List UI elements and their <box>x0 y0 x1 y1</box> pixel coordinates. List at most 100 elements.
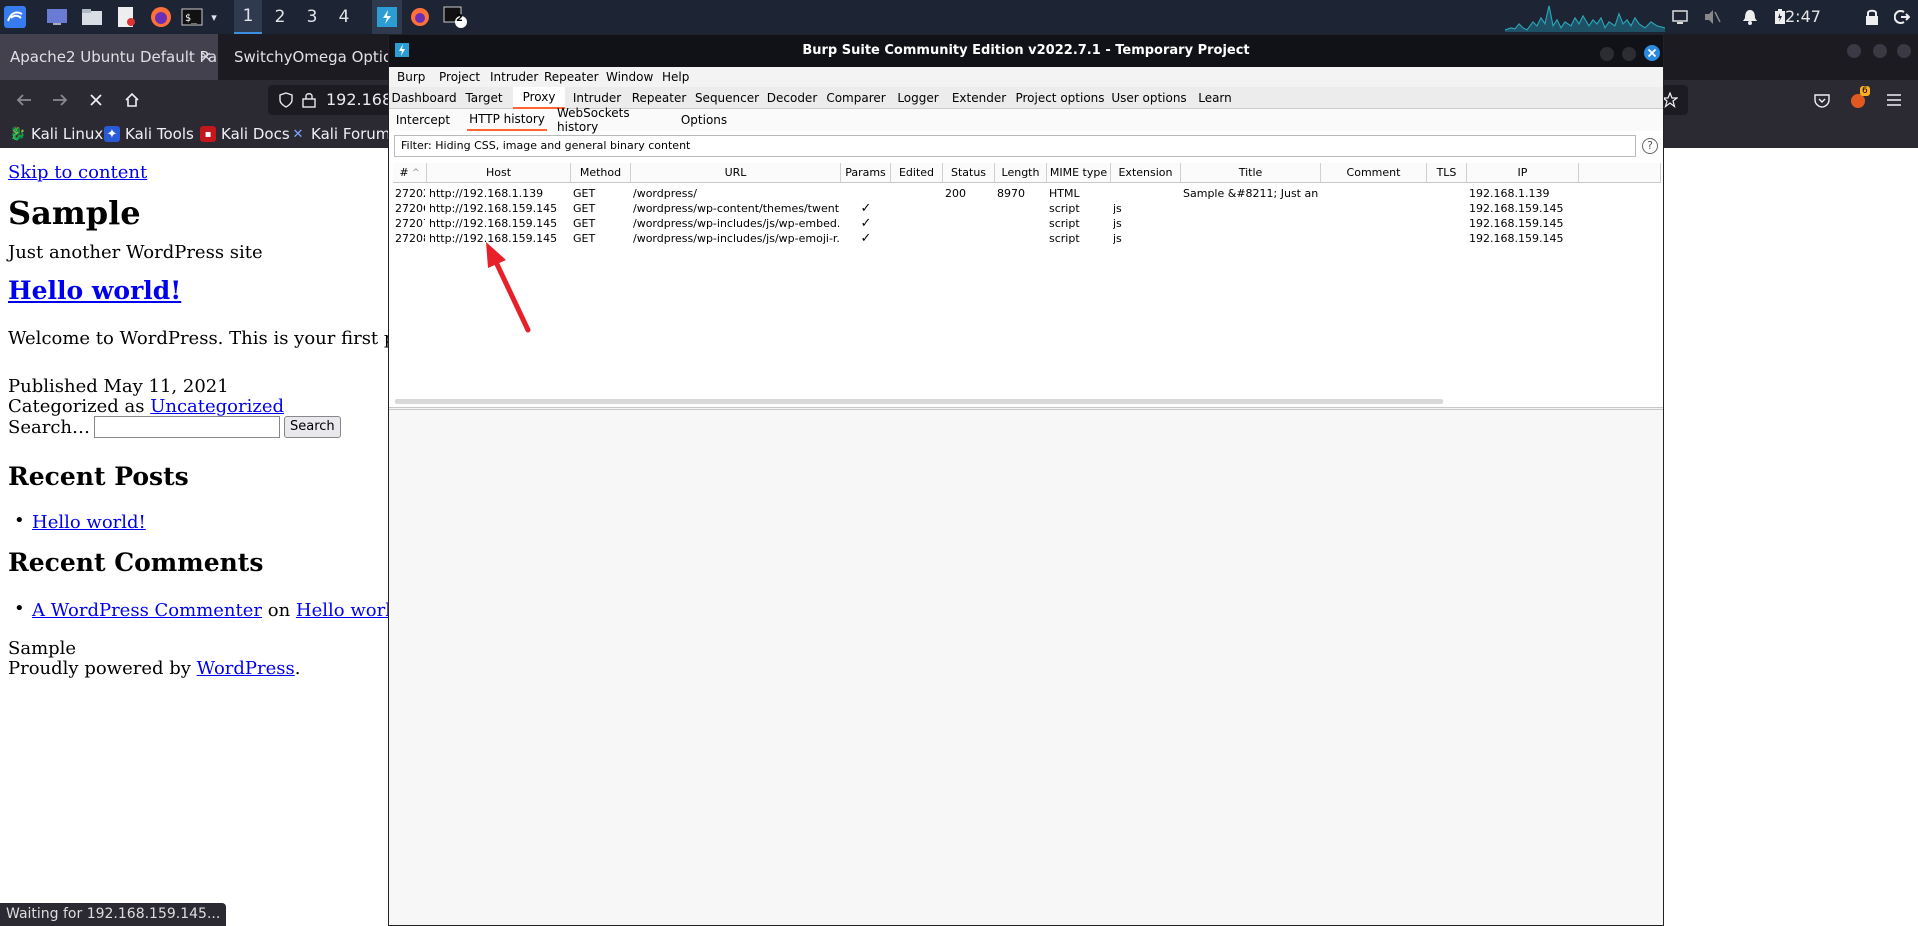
stop-loading-icon[interactable] <box>84 80 108 120</box>
column-header-method[interactable]: Method <box>571 163 631 183</box>
tab-sequencer[interactable]: Sequencer <box>695 87 759 109</box>
column-header-extension[interactable]: Extension <box>1111 163 1181 183</box>
cell-status <box>945 231 993 246</box>
home-icon[interactable] <box>120 80 144 120</box>
workspace-3[interactable]: 3 <box>298 0 326 34</box>
column-header-num[interactable]: # ^ <box>393 163 427 183</box>
column-header-title[interactable]: Title <box>1181 163 1321 183</box>
table-row[interactable]: 27208http://192.168.159.145GET/wordpress… <box>393 231 1661 246</box>
tab-decoder[interactable]: Decoder <box>765 87 819 109</box>
column-header-host[interactable]: Host <box>427 163 571 183</box>
chevron-down-icon[interactable]: ▾ <box>207 0 221 34</box>
browser-tab[interactable]: SwitchyOmega Options <box>224 34 390 80</box>
tab-extender[interactable]: Extender <box>949 87 1009 109</box>
subtab-intercept[interactable]: Intercept <box>393 109 453 131</box>
display-icon[interactable] <box>1668 0 1692 34</box>
tab-target[interactable]: Target <box>459 87 509 109</box>
tab-comparer[interactable]: Comparer <box>825 87 887 109</box>
comment-author-link[interactable]: A WordPress Commenter <box>32 600 262 621</box>
subtab-websockets-history[interactable]: WebSockets history <box>557 106 667 134</box>
lock-icon[interactable] <box>302 85 316 118</box>
menu-intruder[interactable]: Intruder <box>490 70 538 84</box>
column-header-comment[interactable]: Comment <box>1321 163 1427 183</box>
tab-logger[interactable]: Logger <box>893 87 943 109</box>
close-icon[interactable] <box>1894 34 1914 68</box>
filter-bar[interactable]: Filter: Hiding CSS, image and general bi… <box>394 135 1636 157</box>
column-header-mime-type[interactable]: MIME type <box>1047 163 1111 183</box>
tab-project-options[interactable]: Project options <box>1015 87 1105 109</box>
horizontal-scrollbar[interactable] <box>395 399 1443 404</box>
subtab-options[interactable]: Options <box>679 109 729 131</box>
bullet: • <box>14 510 25 531</box>
workspace-2[interactable]: 2 <box>266 0 294 34</box>
workspace-1[interactable]: 1 <box>234 0 262 34</box>
burp-icon[interactable] <box>372 0 402 34</box>
recent-post-link[interactable]: Hello world! <box>32 512 146 533</box>
post-title-link[interactable]: Hello world! <box>8 276 181 305</box>
bookmark-kali-forums[interactable]: ✕ Kali Forums <box>290 120 399 148</box>
bookmark-kali-docs[interactable]: ▪ Kali Docs <box>200 120 290 148</box>
menu-project[interactable]: Project <box>439 70 480 84</box>
terminal-icon[interactable]: $_ <box>179 0 205 34</box>
bell-icon[interactable] <box>1738 0 1762 34</box>
table-row[interactable]: 27207 http://192.168.159.145 GET/wordpress… <box>393 216 1661 231</box>
cell-status <box>945 201 993 216</box>
menu-icon[interactable] <box>1882 80 1906 120</box>
file-manager-icon[interactable] <box>79 0 105 34</box>
mute-icon[interactable] <box>1700 0 1724 34</box>
skip-to-content-link[interactable]: Skip to content <box>8 162 147 183</box>
close-icon[interactable]: × <box>200 49 212 65</box>
extension-icon[interactable]: 6 <box>1846 80 1870 120</box>
subtab-http-history[interactable]: HTTP history <box>467 109 547 131</box>
desktop-icon[interactable] <box>44 0 70 34</box>
wordpress-link[interactable]: WordPress <box>197 658 295 679</box>
table-row[interactable]: 27206 http://192.168.159.145 GET/wordpress… <box>393 201 1661 216</box>
tab-dashboard[interactable]: Dashboard <box>391 87 456 109</box>
firefox-icon[interactable] <box>148 0 174 34</box>
bookmark-kali-linux[interactable]: 🐉 Kali Linux <box>10 120 103 148</box>
menu-help[interactable]: Help <box>662 70 689 84</box>
column-header-edited[interactable]: Edited <box>891 163 943 183</box>
column-header-ip[interactable]: IP <box>1467 163 1579 183</box>
bullet: • <box>14 598 25 619</box>
workspace-4[interactable]: 4 <box>330 0 358 34</box>
help-icon[interactable]: ? <box>1642 138 1658 154</box>
browser-tab[interactable]: Apache2 Ubuntu Default Page × <box>0 34 218 80</box>
search-button[interactable]: Search <box>284 416 341 438</box>
pocket-icon[interactable] <box>1810 80 1834 120</box>
lock-icon[interactable] <box>1860 0 1884 34</box>
text-editor-icon[interactable] <box>113 0 139 34</box>
cell-title <box>1183 231 1319 246</box>
column-header-params[interactable]: Params <box>841 163 891 183</box>
shield-icon[interactable] <box>278 85 294 118</box>
comment-post-link[interactable]: Hello world! <box>296 600 390 621</box>
clock[interactable]: 2:47 <box>1785 0 1821 34</box>
burp-title-bar[interactable]: Burp Suite Community Edition v2022.7.1 -… <box>389 35 1663 67</box>
column-header-tls[interactable]: TLS <box>1427 163 1467 183</box>
column-header-length[interactable]: Length <box>995 163 1047 183</box>
maximize-icon[interactable] <box>1870 34 1890 68</box>
back-icon[interactable] <box>12 80 36 120</box>
table-row[interactable]: 27202 http://192.168.1.139 GET/wordpress/2… <box>393 186 1661 201</box>
forward-icon[interactable] <box>48 80 72 120</box>
bookmark-kali-tools[interactable]: ✦ Kali Tools <box>104 120 194 148</box>
category-link[interactable]: Uncategorized <box>150 396 284 417</box>
network-graph <box>1505 5 1665 32</box>
cell-url: /wordpress/ <box>633 187 697 200</box>
menu-burp[interactable]: Burp <box>397 70 425 84</box>
kali-menu-icon[interactable] <box>2 0 28 34</box>
cell-status: 200 <box>945 187 966 200</box>
tab-user-options[interactable]: User options <box>1111 87 1187 109</box>
cell-tls <box>1429 186 1465 201</box>
column-header-status[interactable]: Status <box>943 163 995 183</box>
logout-icon[interactable] <box>1890 0 1914 34</box>
tab-learn[interactable]: Learn <box>1193 87 1237 109</box>
search-input[interactable] <box>94 416 280 438</box>
minimize-icon[interactable] <box>1844 34 1864 68</box>
firefox-icon[interactable] <box>406 0 434 34</box>
menu-repeater[interactable]: Repeater <box>544 70 599 84</box>
column-header-url[interactable]: URL <box>631 163 841 183</box>
menu-window[interactable]: Window <box>606 70 653 84</box>
cell-host: http://192.168.1.139 <box>429 187 544 200</box>
terminal-icon[interactable]: 2 <box>440 0 470 34</box>
